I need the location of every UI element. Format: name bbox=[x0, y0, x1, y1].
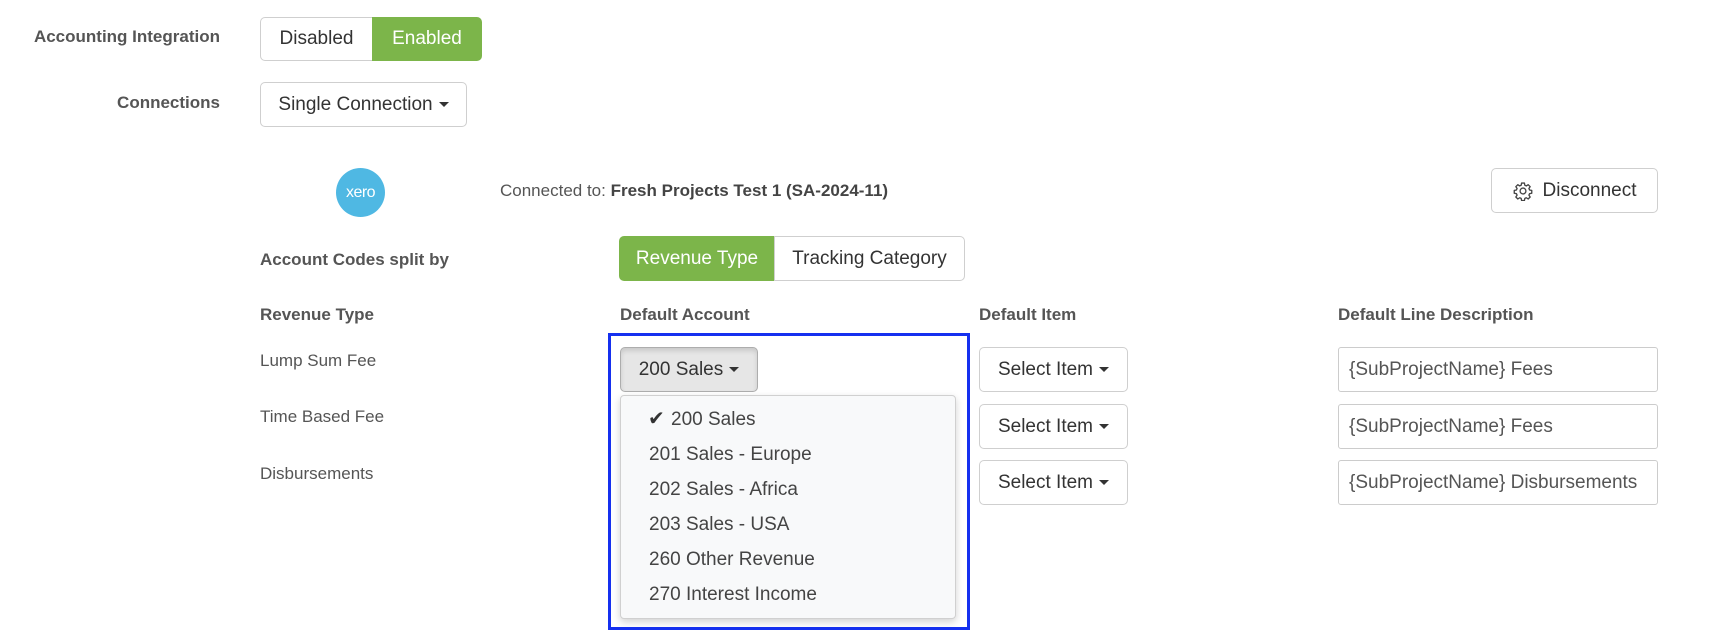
header-default-line-description: Default Line Description bbox=[1338, 305, 1534, 324]
caret-down-icon bbox=[438, 102, 449, 107]
gear-icon bbox=[1513, 181, 1532, 201]
focus-highlight bbox=[608, 333, 970, 630]
accounting-toggle-group: Disabled Enabled bbox=[260, 17, 482, 61]
default-item-value: Select Item bbox=[997, 471, 1094, 493]
default-line-description-input[interactable] bbox=[1338, 460, 1658, 505]
xero-logo: xero bbox=[336, 168, 385, 217]
default-item-dropdown[interactable]: Select Item bbox=[979, 460, 1128, 505]
tracking-category-button[interactable]: Tracking Category bbox=[774, 236, 965, 281]
connection-status: Connected to: Fresh Projects Test 1 (SA-… bbox=[500, 181, 888, 201]
xero-logo-text: xero bbox=[345, 183, 376, 201]
disconnect-label: Disconnect bbox=[1542, 179, 1637, 201]
connections-value: Single Connection bbox=[278, 93, 433, 115]
header-default-item: Default Item bbox=[979, 305, 1077, 324]
default-line-description-input[interactable] bbox=[1338, 347, 1658, 392]
header-revenue-type: Revenue Type bbox=[260, 305, 375, 324]
default-item-value: Select Item bbox=[997, 358, 1094, 380]
split-toggle-group: Revenue Type Tracking Category bbox=[619, 236, 965, 281]
row-label-time-based-fee: Time Based Fee bbox=[260, 407, 385, 426]
row-label-disbursements: Disbursements bbox=[260, 464, 374, 483]
caret-down-icon bbox=[1099, 480, 1110, 485]
enabled-button[interactable]: Enabled bbox=[372, 17, 482, 61]
caret-down-icon bbox=[1099, 424, 1110, 429]
default-line-description-input[interactable] bbox=[1338, 404, 1658, 449]
connected-prefix: Connected to: bbox=[500, 181, 606, 200]
header-default-account: Default Account bbox=[620, 305, 750, 324]
row-label-lump-sum-fee: Lump Sum Fee bbox=[260, 351, 377, 370]
accounting-integration-label: Accounting Integration bbox=[33, 27, 220, 46]
connected-org-name: Fresh Projects Test 1 (SA-2024-11) bbox=[610, 181, 889, 200]
default-item-value: Select Item bbox=[997, 415, 1094, 437]
revenue-type-button[interactable]: Revenue Type bbox=[619, 236, 775, 281]
split-by-label: Account Codes split by bbox=[260, 250, 449, 269]
disconnect-button[interactable]: Disconnect bbox=[1491, 168, 1658, 213]
disabled-button[interactable]: Disabled bbox=[260, 17, 373, 61]
connections-label: Connections bbox=[117, 93, 220, 112]
default-item-dropdown[interactable]: Select Item bbox=[979, 404, 1128, 449]
caret-down-icon bbox=[1099, 367, 1110, 372]
connections-dropdown[interactable]: Single Connection bbox=[260, 82, 467, 127]
default-item-dropdown[interactable]: Select Item bbox=[979, 347, 1128, 392]
